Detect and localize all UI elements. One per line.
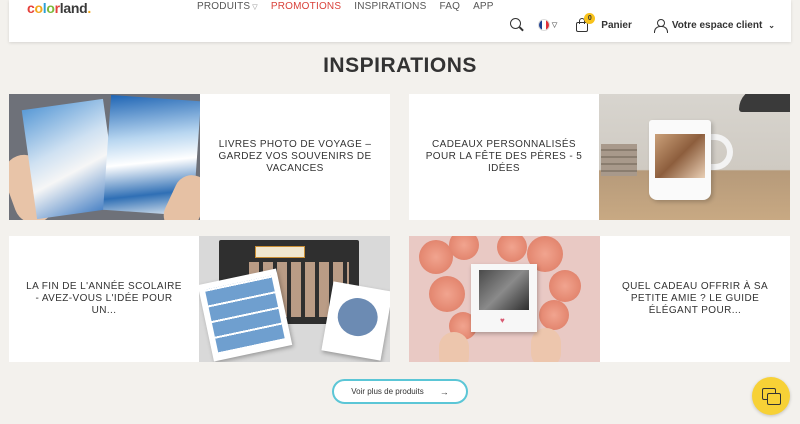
- card-title: QUEL CADEAU OFFRIR À SA PETITE AMIE ? LE…: [621, 281, 769, 316]
- nav-item-app[interactable]: APP: [473, 1, 494, 12]
- cart-count-badge: 0: [584, 13, 596, 24]
- card-title: LA FIN DE L'ANNÉE SCOLAIRE - AVEZ-VOUS L…: [26, 281, 182, 316]
- cart-button[interactable]: 0 Panier: [575, 13, 654, 32]
- user-icon: [653, 18, 668, 33]
- chat-support-button[interactable]: [752, 377, 790, 415]
- chevron-down-icon: ⌄: [768, 20, 775, 30]
- chevron-down-icon: ▽: [252, 4, 258, 11]
- nav-item-faq[interactable]: FAQ: [439, 1, 460, 12]
- language-selector[interactable]: ▽: [537, 19, 575, 31]
- search-icon: [509, 18, 524, 32]
- arrow-right-icon: →: [439, 386, 449, 397]
- account-label: Votre espace client: [671, 19, 763, 31]
- personalized-mug-image: [599, 94, 790, 220]
- inspiration-card-travel-books[interactable]: LIVRES PHOTO DE VOYAGE – GARDEZ VOS SOUV…: [9, 94, 390, 220]
- nav-item-promotions[interactable]: PROMOTIONS: [271, 1, 341, 12]
- inspiration-card-fathers-day[interactable]: CADEAUX PERSONNALISÉS POUR LA FÊTE DES P…: [409, 94, 790, 220]
- header-tools: ▽ 0 Panier Votre espace client ⌄: [509, 13, 775, 33]
- inspiration-card-school-year[interactable]: LA FIN DE L'ANNÉE SCOLAIRE - AVEZ-VOUS L…: [9, 236, 390, 362]
- page-title: INSPIRATIONS: [323, 54, 477, 77]
- colorland-logo[interactable]: colorland.: [27, 0, 91, 16]
- card-title: CADEAUX PERSONNALISÉS POUR LA FÊTE DES P…: [425, 139, 583, 174]
- account-menu[interactable]: Votre espace client ⌄: [653, 18, 775, 33]
- see-more-products-button[interactable]: Voir plus de produits →: [332, 379, 468, 404]
- top-navigation-bar: colorland. PRODUITS ▽ PROMOTIONS INSPIRAT…: [9, 0, 791, 42]
- school-photos-image: [199, 236, 390, 362]
- heart-icon: ♥: [500, 316, 505, 325]
- cart-icon: 0: [575, 13, 596, 32]
- chevron-down-icon: ▽: [551, 22, 558, 29]
- nav-item-inspirations[interactable]: INSPIRATIONS: [354, 1, 426, 12]
- travel-photobook-image: [9, 94, 200, 220]
- chat-icon: [762, 388, 781, 405]
- cart-label: Panier: [601, 19, 632, 31]
- search-button[interactable]: [509, 18, 538, 32]
- french-flag-icon: [537, 19, 550, 31]
- card-title: LIVRES PHOTO DE VOYAGE – GARDEZ VOS SOUV…: [218, 139, 372, 174]
- nav-item-produits[interactable]: PRODUITS ▽: [197, 1, 258, 12]
- main-menu: PRODUITS ▽ PROMOTIONS INSPIRATIONS FAQ AP…: [197, 1, 494, 12]
- inspiration-card-girlfriend-gift[interactable]: ♥ QUEL CADEAU OFFRIR À SA PETITE AMIE ? …: [409, 236, 790, 362]
- flowers-photo-card-image: ♥: [409, 236, 600, 362]
